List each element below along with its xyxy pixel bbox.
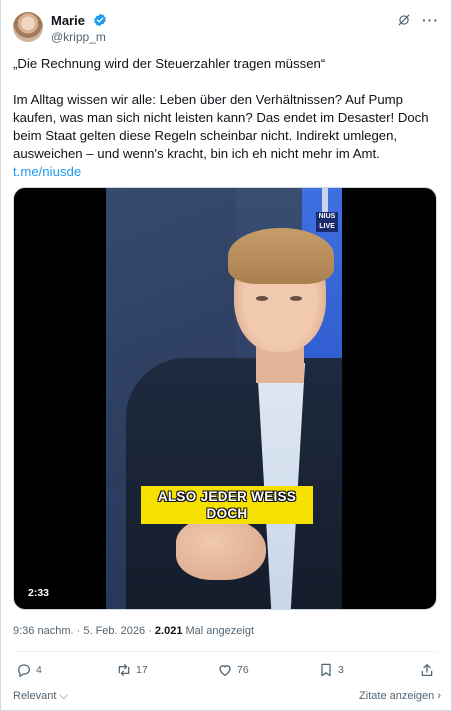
repost-count: 17 xyxy=(136,664,148,676)
views-count: 2.021 xyxy=(154,625,183,637)
views-label: Mal angezeigt xyxy=(185,625,255,637)
replies-footer: Relevant ⌵ Zitate anzeigen › xyxy=(13,690,441,706)
channel-logo: NIUS LIVE xyxy=(316,212,338,232)
video-caption: ALSO JEDER WEISS DOCH xyxy=(141,486,313,524)
video-duration: 2:33 xyxy=(28,587,50,599)
show-quotes-link[interactable]: Zitate anzeigen › xyxy=(359,690,441,702)
post-time[interactable]: 9:36 nachm. xyxy=(13,625,74,637)
caption-line: DOCH xyxy=(206,506,248,521)
like-button[interactable]: 76 xyxy=(217,662,249,678)
tweet-body-line: ausweichen – und wenn's kracht, bin ich … xyxy=(13,146,380,161)
like-count: 76 xyxy=(237,664,249,676)
tweet-meta: 9:36 nachm. · 5. Feb. 2026 · 2.021 Mal a… xyxy=(13,625,254,637)
meta-separator: · xyxy=(148,625,152,637)
grok-icon[interactable] xyxy=(397,13,411,27)
author-name[interactable]: Marie xyxy=(51,13,85,28)
tweet-link[interactable]: t.me/niusde xyxy=(13,164,81,179)
author-handle[interactable]: @kripp_m xyxy=(51,30,106,44)
repost-button[interactable]: 17 xyxy=(116,662,148,678)
tweet-quote: „Die Rechnung wird der Steuerzahler trag… xyxy=(13,56,326,71)
tweet-body-line: Im Alltag wissen wir alle: Leben über de… xyxy=(13,92,403,107)
sort-label: Relevant xyxy=(13,690,57,702)
bookmark-icon xyxy=(321,663,331,677)
more-options-icon[interactable]: ··· xyxy=(422,12,439,28)
action-bar: 4 17 76 3 xyxy=(13,662,441,680)
reply-button[interactable]: 4 xyxy=(16,662,42,678)
verified-badge-icon xyxy=(94,13,106,27)
reply-icon xyxy=(18,664,30,677)
repost-icon xyxy=(118,664,130,676)
share-button[interactable] xyxy=(419,662,439,678)
sort-dropdown[interactable]: Relevant ⌵ xyxy=(13,690,68,703)
meta-separator: · xyxy=(76,625,81,637)
bookmark-button[interactable]: 3 xyxy=(318,662,344,678)
tweet-header: Marie @kripp_m ··· xyxy=(13,10,439,44)
avatar[interactable] xyxy=(13,12,43,42)
tweet-container: Marie @kripp_m ··· „Die Rechnung wird de… xyxy=(0,0,452,711)
bookmark-count: 3 xyxy=(338,664,344,676)
tweet-body-line: beim Staat gelten diese Regeln scheinbar… xyxy=(13,128,398,143)
reply-count: 4 xyxy=(36,664,42,676)
quotes-label: Zitate anzeigen xyxy=(359,690,435,702)
heart-icon xyxy=(219,665,231,676)
chevron-right-icon: › xyxy=(434,690,441,702)
logo-text: NIUS xyxy=(318,213,336,220)
chevron-down-icon: ⌵ xyxy=(56,690,68,702)
tweet-text: „Die Rechnung wird der Steuerzahler trag… xyxy=(13,55,441,181)
video-frame: NIUS LIVE ALSO JEDER WEISS DOCH xyxy=(106,188,342,609)
post-date[interactable]: 5. Feb. 2026 xyxy=(83,625,145,637)
logo-subtext: LIVE xyxy=(319,223,335,230)
video-player[interactable]: NIUS LIVE ALSO JEDER WEISS DOCH 2:33 xyxy=(13,187,437,610)
tweet-body-line: kaufen, was man sich nicht leisten kann?… xyxy=(13,110,429,125)
share-icon xyxy=(421,664,433,676)
divider xyxy=(13,651,439,652)
caption-line: ALSO JEDER WEISS xyxy=(157,489,297,504)
